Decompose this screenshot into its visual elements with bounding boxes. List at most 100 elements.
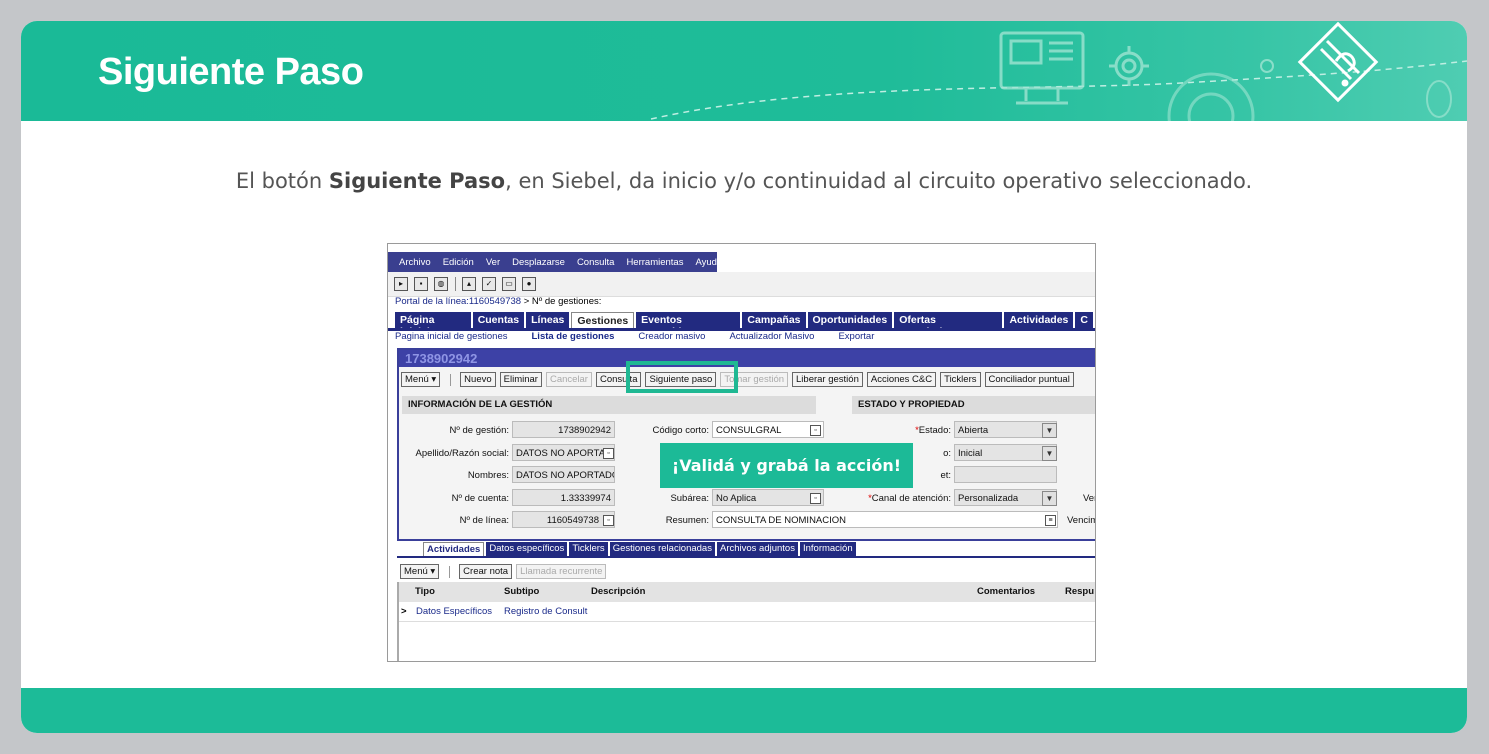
slide-title: Siguiente Paso (98, 51, 364, 93)
menu-archivo[interactable]: Archivo (399, 257, 431, 268)
breadcrumb: Portal de la línea:1160549738 > Nº de ge… (395, 296, 601, 307)
menu-consulta[interactable]: Consulta (577, 257, 615, 268)
codigo-field[interactable]: CONSULGRAL (712, 421, 824, 438)
gear-icon (1109, 46, 1149, 86)
lower-button-row: Menú ▾ Crear nota Llamada recurrente (400, 564, 610, 579)
tab-actividades[interactable]: Actividades (1004, 312, 1074, 328)
nombres-field[interactable]: DATOS NO APORTADOS (512, 466, 615, 483)
estado-dropdown-icon[interactable]: ▼ (1042, 423, 1057, 438)
checklist-icon[interactable]: ✓ (482, 277, 496, 291)
col-subtipo[interactable]: Subtipo (504, 586, 539, 597)
resumen-field[interactable]: CONSULTA DE NOMINACION (712, 511, 1058, 528)
subnav-actualizador-masivo[interactable]: Actualizador Masivo (729, 331, 814, 342)
llamada-recurrente-button[interactable]: Llamada recurrente (516, 564, 607, 579)
section-info-gestion: INFORMACIÓN DE LA GESTIÓN (402, 396, 816, 414)
ticklers-button[interactable]: Ticklers (940, 372, 981, 387)
intro-text: El botón Siguiente Paso, en Siebel, da i… (235, 169, 1253, 193)
resumen-label: Resumen: (665, 515, 709, 526)
table-row[interactable]: > Datos Específicos Registro de Consult (397, 602, 1095, 622)
main-tabs: Página inicial Cuentas Líneas Gestiones … (395, 312, 1095, 338)
conciliador-button[interactable]: Conciliador puntual (984, 372, 1074, 387)
tab-eventos[interactable]: Eventos conocidos (636, 312, 741, 338)
menu-herramientas[interactable]: Herramientas (626, 257, 683, 268)
ver-label: Ver (1083, 493, 1096, 504)
export-icon[interactable]: ▸ (394, 277, 408, 291)
lower-button-divider (449, 565, 451, 578)
menu-desplazarse[interactable]: Desplazarse (512, 257, 565, 268)
et-field[interactable] (954, 466, 1057, 483)
tab-gestiones[interactable]: Gestiones (571, 312, 635, 329)
tab-lineas[interactable]: Líneas (526, 312, 570, 328)
acciones-cc-button[interactable]: Acciones C&C (866, 372, 937, 387)
linea-picker-icon[interactable]: ▫ (603, 515, 614, 526)
menu-ayuda[interactable]: Ayuda (695, 257, 722, 268)
subarea-label: Subárea: (670, 493, 709, 504)
col-respuesta[interactable]: Respu (1065, 586, 1094, 597)
menu-edicion[interactable]: Edición (443, 257, 474, 268)
subnav-creador-masivo[interactable]: Creador masivo (638, 331, 705, 342)
apellido-picker-icon[interactable]: ▫ (603, 448, 614, 459)
decorative-icons (650, 21, 1467, 121)
nombres-label: Nombres: (467, 470, 509, 481)
slide-card: Siguiente Paso El botón Siguiente Paso, … (21, 21, 1467, 733)
subnav-pagina-inicial[interactable]: Pagina inicial de gestiones (395, 331, 508, 342)
subnav-exportar[interactable]: Exportar (838, 331, 874, 342)
tab-campanas[interactable]: Campañas (742, 312, 806, 328)
menu-ver[interactable]: Ver (486, 257, 500, 268)
vencimiento-label: Vencim (1067, 515, 1096, 526)
tab-ofertas[interactable]: Ofertas económicas (894, 312, 1003, 338)
pencil-diamond-icon (1297, 21, 1379, 103)
col-tipo[interactable]: Tipo (415, 586, 435, 597)
eliminar-button[interactable]: Eliminar (499, 372, 542, 387)
tab-archivos-adjuntos[interactable]: Archivos adjuntos (716, 542, 798, 556)
tab-ticklers[interactable]: Ticklers (569, 542, 608, 556)
codigo-picker-icon[interactable]: ▫ (810, 425, 821, 436)
print-icon[interactable]: ▭ (502, 277, 516, 291)
mouse-icon (1426, 80, 1452, 118)
tab-informacion[interactable]: Información (799, 542, 856, 556)
breadcrumb-link[interactable]: Portal de la línea:1160549738 (395, 296, 521, 307)
resumen-expand-icon[interactable]: ≡ (1045, 515, 1056, 526)
footer-band (21, 688, 1467, 733)
canal-dropdown-icon[interactable]: ▼ (1042, 491, 1057, 506)
menu-button[interactable]: Menú ▾ (401, 372, 441, 387)
subarea-field[interactable]: No Aplica (712, 489, 824, 506)
chart-icon[interactable]: ▴ (462, 277, 476, 291)
subnav-lista-gestiones[interactable]: Lista de gestiones (532, 331, 615, 342)
apellido-label: Apellido/Razón social: (415, 448, 509, 459)
tab-oportunidades[interactable]: Oportunidades (807, 312, 893, 328)
record-icon[interactable]: ● (522, 277, 536, 291)
grid-left-border (397, 582, 399, 661)
sub-navigation: Pagina inicial de gestiones Lista de ges… (395, 331, 898, 342)
linea-field[interactable]: 1160549738 (512, 511, 615, 528)
globe-icon[interactable]: ◍ (434, 277, 448, 291)
app-toolbar: ▸ ▪ ◍ ▴ ✓ ▭ ● (388, 272, 1095, 297)
subarea-picker-icon[interactable]: ▫ (810, 493, 821, 504)
tab-gestiones-relacionadas[interactable]: Gestiones relacionadas (609, 542, 715, 556)
breadcrumb-current: > Nº de gestiones: (521, 296, 602, 307)
header-banner: Siguiente Paso (21, 21, 1467, 121)
cancelar-button[interactable]: Cancelar (545, 372, 592, 387)
liberar-gestion-button[interactable]: Liberar gestión (792, 372, 863, 387)
subestado-dropdown-icon[interactable]: ▼ (1042, 446, 1057, 461)
nro-gestion-field[interactable]: 1738902942 (512, 421, 615, 438)
row-selector-icon[interactable]: > (401, 606, 407, 617)
tab-actividades-lower[interactable]: Actividades (423, 542, 485, 557)
tab-cuentas[interactable]: Cuentas (472, 312, 525, 328)
codigo-label: Código corto: (652, 425, 709, 436)
cuenta-field[interactable]: 1.33339974 (512, 489, 615, 506)
tab-pagina-inicial[interactable]: Página inicial (395, 312, 471, 338)
crear-nota-button[interactable]: Crear nota (459, 564, 513, 579)
linea-label: Nº de línea: (459, 515, 509, 526)
nuevo-button[interactable]: Nuevo (460, 372, 496, 387)
lower-menu-button[interactable]: Menú ▾ (400, 564, 440, 579)
record-id-header: 1738902942 (399, 350, 1095, 367)
row-tipo[interactable]: Datos Específicos (416, 606, 492, 617)
apellido-field[interactable]: DATOS NO APORTAD (512, 444, 615, 461)
tab-more[interactable]: C (1075, 312, 1093, 328)
col-descripcion[interactable]: Descripción (591, 586, 645, 597)
save-icon[interactable]: ▪ (414, 277, 428, 291)
row-subtipo[interactable]: Registro de Consult (504, 606, 587, 617)
col-comentarios[interactable]: Comentarios (977, 586, 1035, 597)
tab-datos-especificos[interactable]: Datos específicos (486, 542, 568, 556)
